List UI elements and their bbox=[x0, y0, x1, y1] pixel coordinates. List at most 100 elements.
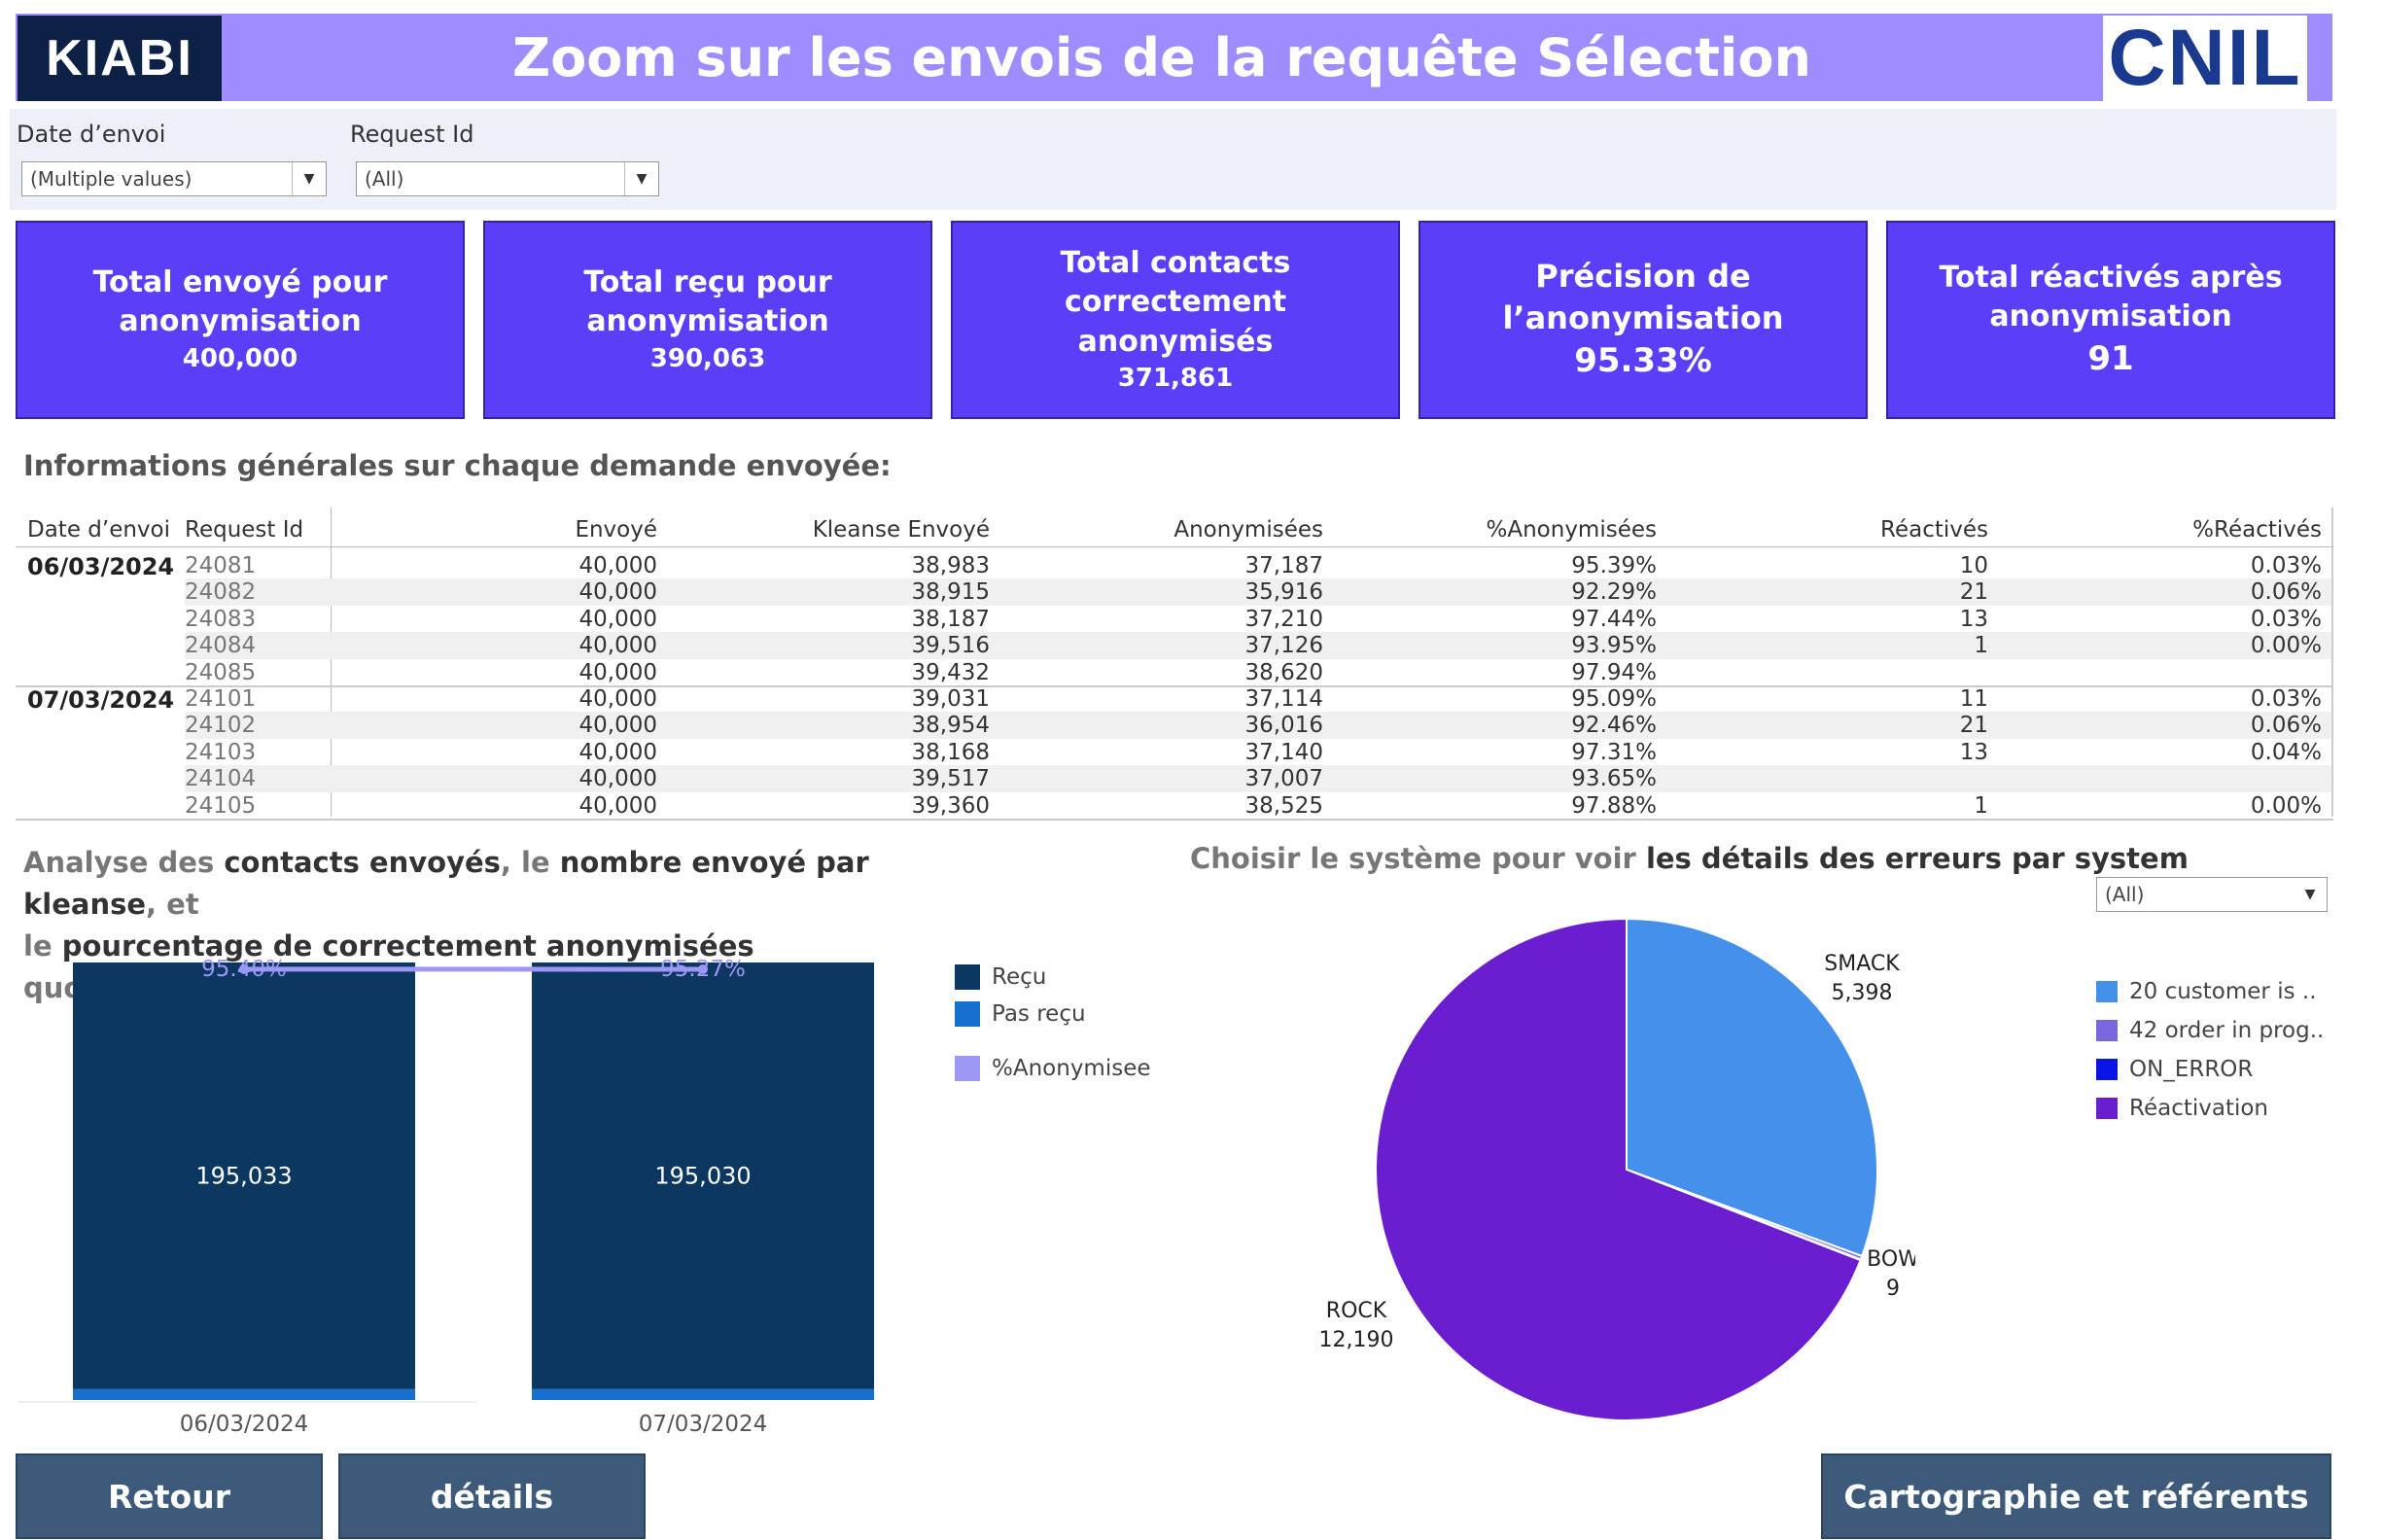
legend-swatch bbox=[955, 964, 980, 990]
title-part: Choisir le système pour voir bbox=[1190, 842, 1646, 875]
table-cell: 95.39% bbox=[1571, 553, 1657, 578]
table-cell: 40,000 bbox=[578, 713, 657, 739]
legend-swatch bbox=[2096, 1059, 2118, 1080]
legend-swatch bbox=[2096, 981, 2118, 1002]
kpi-title: Total contacts correctement anonymisés bbox=[1060, 245, 1291, 359]
table-cell: 0.04% bbox=[2250, 739, 2322, 765]
table-cell: 1 bbox=[1974, 792, 1988, 819]
back-button[interactable]: Retour bbox=[16, 1453, 323, 1539]
legend-item[interactable]: 20 customer is .. bbox=[2096, 972, 2324, 1011]
legend-item[interactable]: Pas reçu bbox=[955, 996, 1151, 1032]
bar-pas-recu[interactable] bbox=[73, 1388, 415, 1400]
kpi-total-recu: Total reçu pour anonymisation 390,063 bbox=[483, 221, 932, 419]
date-filter-select[interactable]: (Multiple values) ▼ bbox=[21, 161, 327, 196]
details-button[interactable]: détails bbox=[338, 1453, 646, 1539]
kpi-value: 91 bbox=[2087, 338, 2134, 378]
table-cell: 40,000 bbox=[578, 686, 657, 712]
legend-label: %Anonymisee bbox=[992, 1056, 1151, 1081]
legend-label: Pas reçu bbox=[992, 1001, 1086, 1027]
table-cell: 39,360 bbox=[911, 792, 990, 819]
bar-data-label: 195,033 bbox=[195, 1162, 292, 1189]
legend-item[interactable]: ON_ERROR bbox=[2096, 1050, 2324, 1089]
table-cell: 37,187 bbox=[1244, 553, 1323, 578]
column-header[interactable]: Kleanse Envoyé bbox=[813, 517, 990, 542]
table-cell: 37,210 bbox=[1244, 606, 1323, 632]
column-header[interactable]: Anonymisées bbox=[1173, 517, 1323, 542]
table-cell: 35,916 bbox=[1244, 579, 1323, 606]
chevron-down-icon[interactable]: ▼ bbox=[292, 162, 326, 195]
legend-label: 42 order in prog.. bbox=[2129, 1018, 2325, 1043]
request-filter-select[interactable]: (All) ▼ bbox=[356, 161, 659, 196]
legend-item[interactable]: Reçu bbox=[955, 959, 1151, 996]
legend-swatch bbox=[955, 1056, 980, 1081]
pie-value-label: 12,190 bbox=[1319, 1328, 1394, 1352]
table-title: Informations générales sur chaque demand… bbox=[23, 449, 892, 482]
bar-pas-recu[interactable] bbox=[532, 1388, 874, 1400]
table-cell: 97.31% bbox=[1571, 739, 1657, 765]
table-cell: 95.09% bbox=[1571, 686, 1657, 712]
table-cell: 40,000 bbox=[578, 553, 657, 578]
title-part: , et bbox=[146, 888, 199, 921]
legend-swatch bbox=[2096, 1098, 2118, 1119]
table-cell: 24103 bbox=[185, 739, 257, 765]
kpi-value: 390,063 bbox=[649, 343, 766, 373]
table-cell: 21 bbox=[1959, 579, 1988, 606]
legend-item[interactable]: Réactivation bbox=[2096, 1089, 2324, 1128]
x-tick-label: 06/03/2024 bbox=[180, 1412, 309, 1437]
table-cell: 0.03% bbox=[2250, 686, 2322, 712]
bar-legend: Reçu Pas reçu %Anonymisee bbox=[955, 959, 1151, 1087]
table-cell: 1 bbox=[1974, 633, 1988, 659]
table-cell: 92.29% bbox=[1571, 579, 1657, 606]
table-cell: 40,000 bbox=[578, 659, 657, 685]
title-part: les détails des erreurs par system bbox=[1645, 842, 2189, 875]
table-cell: 24104 bbox=[185, 766, 257, 792]
table-cell: 40,000 bbox=[578, 739, 657, 765]
table-cell: 24105 bbox=[185, 792, 257, 819]
table-cell: 24084 bbox=[185, 633, 257, 659]
group-divider bbox=[16, 819, 2333, 821]
table-cell: 24085 bbox=[185, 659, 257, 685]
table-cell: 0.03% bbox=[2250, 553, 2322, 578]
column-header[interactable]: Envoyé bbox=[575, 517, 657, 542]
table-cell: 40,000 bbox=[578, 606, 657, 632]
table-cell: 11 bbox=[1959, 686, 1988, 712]
column-header[interactable]: %Anonymisées bbox=[1487, 517, 1658, 542]
system-filter-value: (All) bbox=[2105, 883, 2145, 906]
table-cell: 36,016 bbox=[1244, 713, 1323, 739]
page-title: Zoom sur les envois de la requête Sélect… bbox=[512, 26, 1811, 88]
column-header[interactable]: Request Id bbox=[185, 517, 303, 542]
cartography-button[interactable]: Cartographie et référents bbox=[1821, 1453, 2331, 1539]
legend-label: 20 customer is .. bbox=[2129, 979, 2317, 1004]
table-cell: 24083 bbox=[185, 606, 257, 632]
table-cell: 39,516 bbox=[911, 633, 990, 659]
pie-chart-title: Choisir le système pour voir les détails… bbox=[1190, 842, 2189, 875]
table-cell: 97.44% bbox=[1571, 606, 1657, 632]
legend-label: Reçu bbox=[992, 964, 1047, 990]
table-cell: 97.88% bbox=[1571, 792, 1657, 819]
pie-value-label: 5,398 bbox=[1832, 981, 1893, 1005]
legend-item[interactable]: 42 order in prog.. bbox=[2096, 1011, 2324, 1050]
kpi-title: Total reçu pour anonymisation bbox=[583, 264, 832, 339]
column-header[interactable]: Réactivés bbox=[1880, 517, 1988, 542]
table-cell: 93.65% bbox=[1571, 766, 1657, 792]
table-cell: 38,915 bbox=[911, 579, 990, 606]
kiabi-logo: KIABI bbox=[18, 16, 222, 101]
table-cell: 40,000 bbox=[578, 766, 657, 792]
chevron-down-icon[interactable]: ▼ bbox=[2294, 878, 2327, 911]
title-part: , le bbox=[500, 846, 560, 879]
table-cell: 39,517 bbox=[911, 766, 990, 792]
table-cell: 21 bbox=[1959, 713, 1988, 739]
table-cell: 40,000 bbox=[578, 792, 657, 819]
system-filter-select[interactable]: (All) ▼ bbox=[2096, 877, 2328, 912]
column-header[interactable]: Date d’envoi bbox=[27, 517, 170, 542]
table-cell: 39,031 bbox=[911, 686, 990, 712]
requests-table: Date d’envoi Request Id Envoyé Kleanse Envo… bbox=[16, 508, 2333, 821]
legend-item[interactable]: %Anonymisee bbox=[955, 1050, 1151, 1087]
table-cell: 37,007 bbox=[1244, 766, 1323, 792]
table-cell: 13 bbox=[1959, 739, 1988, 765]
table-cell: 37,114 bbox=[1244, 686, 1323, 712]
column-header[interactable]: %Réactivés bbox=[2192, 517, 2322, 542]
table-cell: 24101 bbox=[185, 686, 257, 712]
chevron-down-icon[interactable]: ▼ bbox=[624, 162, 658, 195]
anonymisee-label: 95.40% bbox=[201, 957, 287, 982]
